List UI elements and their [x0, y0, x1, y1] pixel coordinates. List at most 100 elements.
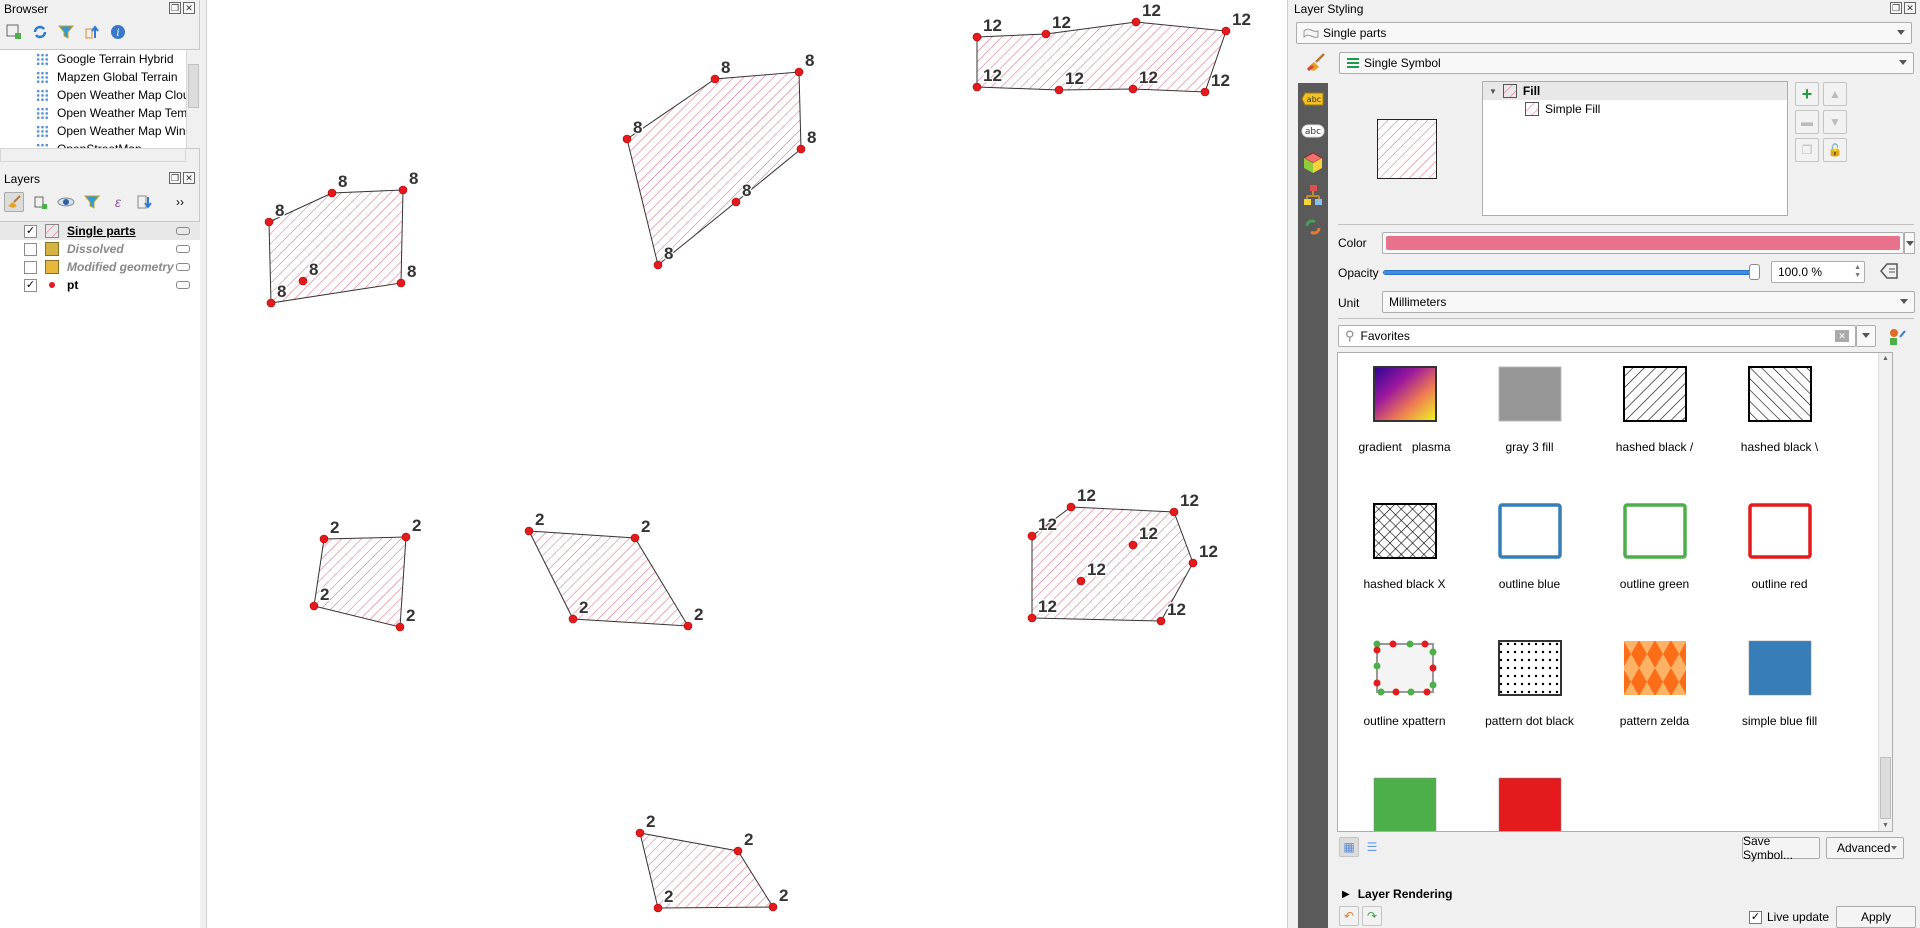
layer-indicator-icon[interactable]: [176, 227, 190, 235]
duplicate-layer-button[interactable]: ❐: [1795, 138, 1819, 162]
expand-arrow-icon[interactable]: ▶: [1342, 889, 1350, 900]
vertex-point[interactable]: [524, 526, 534, 536]
symbol-item[interactable]: outline red: [1717, 503, 1842, 591]
symbol-item[interactable]: outline green: [1592, 503, 1717, 591]
vertex-point[interactable]: [1128, 540, 1138, 550]
list-view-button[interactable]: ☰: [1362, 837, 1382, 857]
vertex-point[interactable]: [401, 532, 411, 542]
vertex-point[interactable]: [1076, 576, 1086, 586]
style-brush-icon[interactable]: [4, 192, 24, 212]
vertex-point[interactable]: [683, 621, 693, 631]
close-icon[interactable]: ✕: [183, 172, 195, 184]
symbol-search-input[interactable]: ⚲ Favorites ✕: [1338, 325, 1856, 347]
vertex-point[interactable]: [733, 846, 743, 856]
vertex-point[interactable]: [635, 828, 645, 838]
close-icon[interactable]: ✕: [1904, 2, 1916, 14]
vertex-point[interactable]: [395, 622, 405, 632]
vertex-point[interactable]: [1221, 26, 1231, 36]
close-icon[interactable]: ✕: [183, 2, 195, 14]
lock-layer-button[interactable]: 🔓: [1823, 138, 1847, 162]
map-canvas[interactable]: 8 8 8 8 8 8 8 8 8 8 8 8 12 12 12 12 12 12 12 12 2 2 2 2 2 2 2 2 12 12…: [206, 0, 1288, 928]
vertex-point[interactable]: [266, 298, 276, 308]
vertex-point[interactable]: [796, 144, 806, 154]
advanced-button[interactable]: Advanced: [1826, 837, 1904, 859]
vertex-point[interactable]: [653, 903, 663, 913]
vertex-point[interactable]: [1188, 558, 1198, 568]
apply-button[interactable]: Apply: [1836, 906, 1916, 928]
history-tab-icon[interactable]: [1298, 211, 1328, 243]
filter-icon[interactable]: [56, 22, 76, 42]
layer-indicator-icon[interactable]: [176, 263, 190, 271]
data-defined-override-icon[interactable]: [1879, 262, 1903, 282]
vertex-point[interactable]: [298, 276, 308, 286]
color-button[interactable]: [1382, 232, 1904, 254]
symbol-item[interactable]: gray 3 fill: [1467, 366, 1592, 454]
add-layer-button[interactable]: +: [1795, 82, 1819, 106]
add-layer-icon[interactable]: [4, 22, 24, 42]
polygon-feature[interactable]: 2 2 2 2: [309, 515, 423, 632]
vertex-point[interactable]: [1200, 87, 1210, 97]
save-symbol-button[interactable]: Save Symbol...: [1742, 834, 1820, 862]
info-icon[interactable]: i: [108, 22, 128, 42]
layer-item[interactable]: Dissolved: [0, 240, 200, 258]
vertex-point[interactable]: [1054, 85, 1064, 95]
layer-visibility-checkbox[interactable]: [24, 260, 37, 274]
more-icon[interactable]: ››: [170, 192, 190, 212]
vertex-point[interactable]: [264, 217, 274, 227]
layer-select[interactable]: Single parts: [1296, 22, 1912, 44]
3d-view-tab-icon[interactable]: [1298, 147, 1328, 179]
vertex-point[interactable]: [1041, 29, 1051, 39]
vertex-point[interactable]: [1027, 613, 1037, 623]
expression-filter-icon[interactable]: ε: [108, 192, 128, 212]
vertex-point[interactable]: [1131, 17, 1141, 27]
collapse-all-icon[interactable]: [134, 192, 154, 212]
browser-item[interactable]: Open Weather Map Clou: [0, 86, 200, 104]
symbol-item[interactable]: pattern zelda: [1592, 640, 1717, 728]
vertex-point[interactable]: [309, 601, 319, 611]
browser-horizontal-scrollbar[interactable]: [0, 148, 186, 162]
layer-indicator-icon[interactable]: [176, 245, 190, 253]
collapse-arrow-icon[interactable]: ▼: [1489, 87, 1497, 96]
add-group-icon[interactable]: [30, 192, 50, 212]
remove-layer-button[interactable]: ▬: [1795, 110, 1819, 134]
browser-item[interactable]: Open Weather Map Tem: [0, 104, 200, 122]
diagrams-tab-icon[interactable]: [1298, 179, 1328, 211]
tree-item-fill[interactable]: ▼ Fill: [1483, 82, 1787, 100]
vertex-point[interactable]: [319, 534, 329, 544]
move-up-button[interactable]: ▲: [1823, 82, 1847, 106]
vertex-point[interactable]: [630, 533, 640, 543]
filter-legend-icon[interactable]: [82, 192, 102, 212]
masks-tab-icon[interactable]: abc: [1298, 115, 1328, 147]
tree-item-simple-fill[interactable]: Simple Fill: [1483, 100, 1787, 118]
vertex-point[interactable]: [1066, 502, 1076, 512]
float-icon[interactable]: ❐: [1890, 2, 1902, 14]
layer-visibility-checkbox[interactable]: [24, 242, 37, 256]
style-manager-icon[interactable]: [1888, 327, 1908, 347]
move-down-button[interactable]: ▼: [1823, 110, 1847, 134]
vertex-point[interactable]: [398, 185, 408, 195]
vertex-point[interactable]: [622, 134, 632, 144]
search-options-dropdown[interactable]: [1856, 325, 1876, 347]
symbol-item[interactable]: hashed black \: [1717, 366, 1842, 454]
symbol-grid-scrollbar[interactable]: ▲ ▼: [1878, 353, 1892, 831]
vertex-point[interactable]: [396, 278, 406, 288]
refresh-icon[interactable]: [30, 22, 50, 42]
undo-button[interactable]: ↶: [1339, 906, 1359, 926]
vertex-point[interactable]: [327, 188, 337, 198]
symbol-item[interactable]: simple blue fill: [1717, 640, 1842, 728]
polygon-feature[interactable]: 2 2 2 2: [524, 509, 705, 631]
vertex-point[interactable]: [972, 82, 982, 92]
vertex-point[interactable]: [731, 197, 741, 207]
browser-item[interactable]: Open Weather Map Win: [0, 122, 200, 140]
unit-select[interactable]: Millimeters: [1382, 291, 1915, 313]
float-icon[interactable]: ❐: [169, 172, 181, 184]
opacity-slider-handle[interactable]: [1749, 264, 1760, 280]
live-update-checkbox[interactable]: ✓ Live update: [1749, 910, 1829, 924]
vertex-point[interactable]: [653, 260, 663, 270]
vertex-point[interactable]: [1169, 507, 1179, 517]
vertex-point[interactable]: [1128, 84, 1138, 94]
symbology-brush-icon[interactable]: [1304, 52, 1326, 74]
visibility-eye-icon[interactable]: [56, 192, 76, 212]
symbol-item[interactable]: [1342, 777, 1467, 831]
symbol-item[interactable]: outline xpattern: [1342, 640, 1467, 728]
